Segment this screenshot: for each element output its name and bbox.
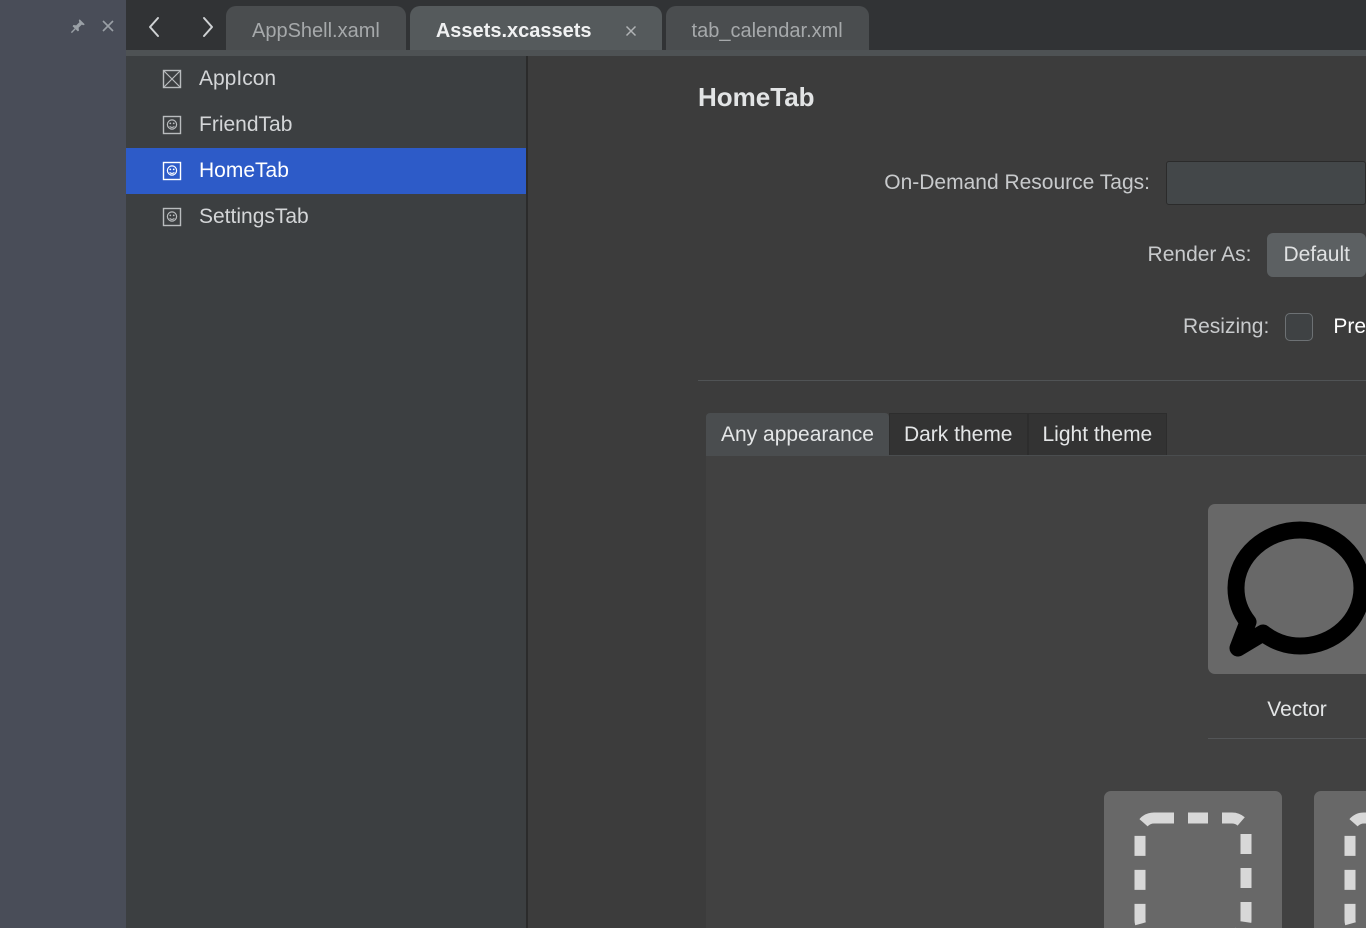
field-label: Render As: [1147,243,1252,266]
form-row-resizing: Resizing: Pre [530,304,1366,350]
asset-list-item-label: FriendTab [199,113,293,136]
inspector-form: On-Demand Resource Tags: Render As: Defa… [530,160,1366,376]
tab-dark-theme[interactable]: Dark theme [888,413,1028,455]
asset-slot-row-top: Vector [1208,504,1366,739]
asset-list-item-friendtab[interactable]: FriendTab [126,102,526,148]
field-label: Resizing: [1182,315,1270,338]
asset-list-item-label: HomeTab [199,159,289,182]
tool-window-controls [70,18,116,34]
asset-list-item-label: AppIcon [199,67,277,90]
asset-slot-empty-3[interactable] [1314,791,1366,928]
image-set-icon [160,205,184,229]
field-label: On-Demand Resource Tags: [884,171,1150,194]
asset-catalog-list: AppIcon FriendTab HomeTab SettingsTab [126,56,528,928]
tab-label: tab_calendar.xml [691,19,843,42]
asset-slot-caption: Vector [1267,698,1327,721]
asset-slot-image[interactable] [1208,504,1366,674]
forward-arrow-icon[interactable] [192,12,222,42]
app-icon-placeholder-icon [160,67,184,91]
render-as-value: Default [1283,243,1350,266]
asset-slot-row-bottom [1104,791,1366,928]
asset-list-item-settingstab[interactable]: SettingsTab [126,194,526,240]
tab-close-icon[interactable] [622,22,640,40]
tab-tab-calendar-xml[interactable]: tab_calendar.xml [665,6,869,56]
asset-list-item-hometab[interactable]: HomeTab [126,148,526,194]
page-title: HomeTab [698,82,815,112]
empty-slot-icon [1344,812,1366,928]
pin-icon[interactable] [70,18,86,34]
asset-slot-empty-2[interactable] [1104,791,1282,928]
speech-bubble-icon [1227,521,1366,657]
resizing-checkbox[interactable] [1285,313,1314,341]
section-divider [698,380,1366,381]
tab-light-theme[interactable]: Light theme [1027,413,1168,455]
appearance-section: Any appearance Dark theme Light theme Ve… [706,413,1366,928]
editor-content: AppIcon FriendTab HomeTab SettingsTab Ho… [126,56,1366,928]
ide-window: AppShell.xaml Assets.xcassets tab_calend… [0,0,1366,928]
tab-strip: AppShell.xaml Assets.xcassets tab_calend… [226,6,869,56]
tab-assets-xcassets[interactable]: Assets.xcassets [409,6,662,56]
tool-window-strip [0,0,126,928]
resizing-checkbox-label: Pre [1333,315,1366,338]
tab-label: Assets.xcassets [435,19,592,42]
tab-appshell-xaml[interactable]: AppShell.xaml [226,6,406,56]
image-set-icon [160,113,184,137]
appearance-tab-strip: Any appearance Dark theme Light theme [706,413,1366,455]
appearance-panel: Vector [706,455,1366,928]
appearance-tab-label: Any appearance [721,422,874,446]
empty-slot-icon [1134,812,1252,928]
render-as-dropdown[interactable]: Default [1267,233,1366,277]
asset-list-item-appicon[interactable]: AppIcon [126,56,526,102]
form-row-render-as: Render As: Default [530,232,1366,278]
close-icon[interactable] [100,18,116,34]
tab-label: AppShell.xaml [252,19,380,42]
navigation-arrows [140,12,222,42]
editor-tab-bar: AppShell.xaml Assets.xcassets tab_calend… [126,0,1366,56]
appearance-tab-label: Light theme [1042,422,1153,446]
asset-list-item-label: SettingsTab [199,205,309,228]
back-arrow-icon[interactable] [140,12,170,42]
tab-any-appearance[interactable]: Any appearance [706,413,889,455]
appearance-tab-label: Dark theme [903,422,1013,446]
asset-slot-vector: Vector [1208,504,1366,739]
image-set-icon [160,159,184,183]
on-demand-resource-tags-input[interactable] [1166,161,1366,205]
asset-inspector: HomeTab On-Demand Resource Tags: Render … [530,56,1366,928]
asset-slot-underline [1208,738,1366,739]
form-row-on-demand-resource-tags: On-Demand Resource Tags: [530,160,1366,206]
